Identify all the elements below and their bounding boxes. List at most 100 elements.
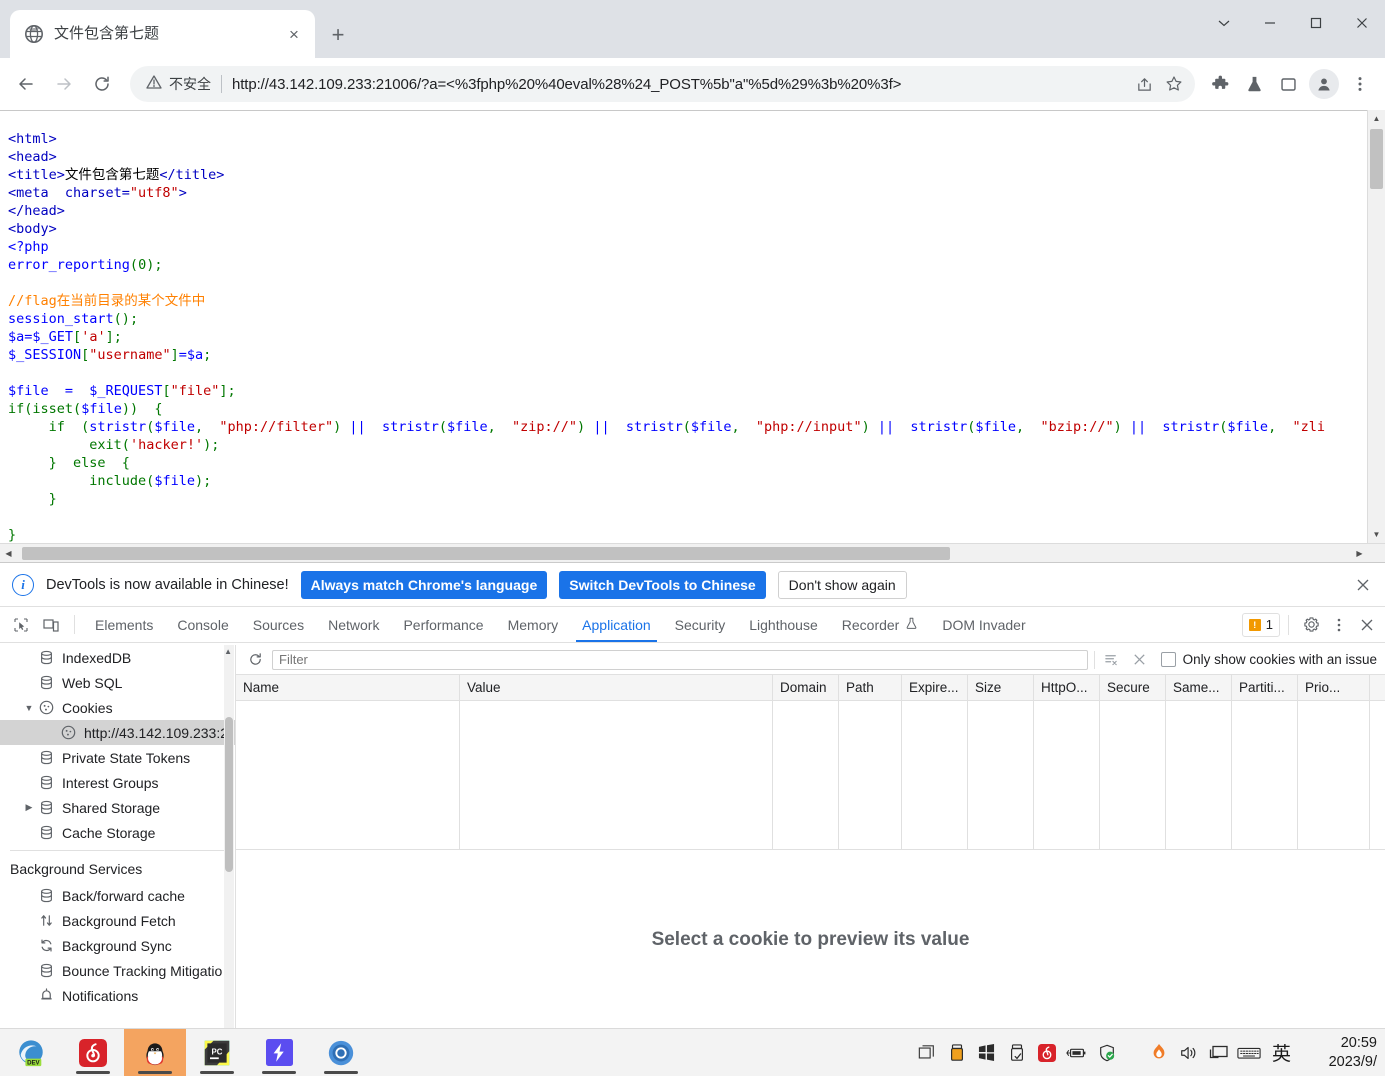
twisty-collapsed-icon[interactable]: ▶ bbox=[22, 802, 36, 813]
three-dot-menu-icon[interactable] bbox=[1325, 611, 1353, 639]
sidebar-item-4[interactable]: Private State Tokens bbox=[0, 745, 235, 770]
share-icon[interactable] bbox=[1129, 69, 1159, 99]
tab-security[interactable]: Security bbox=[663, 607, 738, 642]
browser-tab[interactable]: 文件包含第七题 × bbox=[10, 10, 315, 58]
always-match-language-button[interactable]: Always match Chrome's language bbox=[300, 570, 548, 599]
sidebar-item-5[interactable]: Interest Groups bbox=[0, 770, 235, 795]
column-header-domain[interactable]: Domain bbox=[773, 675, 839, 700]
minimize-icon[interactable] bbox=[1247, 0, 1293, 46]
sidebar-scroll-up-icon[interactable]: ▲ bbox=[224, 647, 232, 656]
devtools-close-icon[interactable] bbox=[1353, 611, 1381, 639]
new-tab-button[interactable]: + bbox=[322, 19, 354, 51]
column-header-prio[interactable]: Prio... bbox=[1298, 675, 1370, 700]
column-header-size[interactable]: Size bbox=[968, 675, 1034, 700]
column-header-httpo[interactable]: HttpO... bbox=[1034, 675, 1100, 700]
qq-icon[interactable] bbox=[124, 1029, 186, 1076]
three-dot-menu-icon[interactable] bbox=[1343, 67, 1377, 101]
tab-console[interactable]: Console bbox=[165, 607, 240, 642]
gear-icon[interactable] bbox=[1297, 611, 1325, 639]
warning-badge[interactable]: ! 1 bbox=[1241, 612, 1280, 637]
clear-all-icon[interactable] bbox=[1129, 649, 1151, 671]
issue-filter-checkbox[interactable]: Only show cookies with an issue bbox=[1157, 652, 1377, 667]
column-header-partiti[interactable]: Partiti... bbox=[1232, 675, 1298, 700]
sidebar-item-3[interactable]: http://43.142.109.233:2 bbox=[0, 720, 235, 745]
sidebar-item-0[interactable]: IndexedDB bbox=[0, 645, 235, 670]
banner-close-icon[interactable] bbox=[1349, 571, 1377, 599]
star-icon[interactable] bbox=[1159, 69, 1189, 99]
clock[interactable]: 20:59 2023/9/ bbox=[1299, 1034, 1379, 1072]
scroll-left-arrow-icon[interactable]: ◀ bbox=[0, 544, 17, 563]
scroll-up-arrow-icon[interactable]: ▲ bbox=[1368, 110, 1385, 127]
flask-icon[interactable] bbox=[1237, 67, 1271, 101]
background-service-item-2[interactable]: Background Sync bbox=[0, 933, 235, 958]
switch-to-chinese-button[interactable]: Switch DevTools to Chinese bbox=[559, 570, 766, 599]
profile-avatar-icon[interactable] bbox=[1309, 69, 1339, 99]
tab-memory[interactable]: Memory bbox=[496, 607, 571, 642]
back-button[interactable] bbox=[8, 66, 44, 102]
ime-indicator[interactable]: 英 bbox=[1264, 1039, 1299, 1066]
windows-flag-icon[interactable] bbox=[972, 1029, 1002, 1076]
scroll-right-arrow-icon[interactable]: ▶ bbox=[1351, 544, 1368, 563]
vertical-scroll-thumb[interactable] bbox=[1370, 129, 1383, 189]
horizontal-scroll-thumb[interactable] bbox=[22, 547, 950, 560]
twisty-expanded-icon[interactable]: ▼ bbox=[22, 703, 36, 713]
background-service-item-4[interactable]: Notifications bbox=[0, 983, 235, 1008]
chevron-down-icon[interactable] bbox=[1201, 0, 1247, 46]
tab-dom-invader[interactable]: DOM Invader bbox=[930, 607, 1037, 642]
side-panel-icon[interactable] bbox=[1271, 67, 1305, 101]
sidebar-item-7[interactable]: Cache Storage bbox=[0, 820, 235, 845]
volume-icon[interactable] bbox=[1174, 1029, 1204, 1076]
tab-sources[interactable]: Sources bbox=[241, 607, 316, 642]
edge-dev-icon[interactable]: DEV bbox=[0, 1029, 62, 1076]
puzzle-icon[interactable] bbox=[1203, 67, 1237, 101]
tab-close-icon[interactable]: × bbox=[281, 21, 307, 47]
column-header-same[interactable]: Same... bbox=[1166, 675, 1232, 700]
sidebar-scroll-thumb[interactable] bbox=[225, 717, 233, 872]
tab-lighthouse[interactable]: Lighthouse bbox=[737, 607, 830, 642]
refresh-icon[interactable] bbox=[244, 649, 266, 671]
background-service-item-3[interactable]: Bounce Tracking Mitigatio bbox=[0, 958, 235, 983]
sidebar-item-1[interactable]: Web SQL bbox=[0, 670, 235, 695]
column-header-value[interactable]: Value bbox=[460, 675, 773, 700]
background-service-item-0[interactable]: Back/forward cache bbox=[0, 883, 235, 908]
tab-performance[interactable]: Performance bbox=[391, 607, 495, 642]
sidebar-scrollbar[interactable]: ▲ bbox=[224, 645, 234, 1029]
scroll-down-arrow-icon[interactable]: ▼ bbox=[1368, 526, 1385, 543]
column-header-secure[interactable]: Secure bbox=[1100, 675, 1166, 700]
column-header-path[interactable]: Path bbox=[839, 675, 902, 700]
filter-input[interactable] bbox=[272, 649, 1088, 670]
tab-application[interactable]: Application bbox=[570, 607, 663, 642]
dont-show-again-button[interactable]: Don't show again bbox=[777, 570, 907, 599]
huorong-icon[interactable] bbox=[1144, 1029, 1174, 1076]
close-icon[interactable] bbox=[1339, 0, 1385, 46]
inspect-cursor-icon[interactable] bbox=[6, 607, 36, 642]
column-header-expire[interactable]: Expire... bbox=[902, 675, 968, 700]
usb-storage-icon[interactable] bbox=[942, 1029, 972, 1076]
sidebar-item-2[interactable]: ▼ Cookies bbox=[0, 695, 235, 720]
page-vertical-scrollbar[interactable]: ▲ ▼ bbox=[1367, 110, 1385, 543]
display-icon[interactable] bbox=[1204, 1029, 1234, 1076]
netease-tray-icon[interactable] bbox=[1032, 1029, 1062, 1076]
security-shield-icon[interactable] bbox=[1092, 1029, 1122, 1076]
netease-music-icon[interactable] bbox=[62, 1029, 124, 1076]
page-horizontal-scrollbar[interactable]: ◀ ▶ bbox=[0, 543, 1385, 563]
clear-filtered-icon[interactable] bbox=[1101, 649, 1123, 671]
address-bar[interactable]: 不安全 http://43.142.109.233:21006/?a=<%3fp… bbox=[130, 66, 1195, 102]
pycharm-icon[interactable]: PC bbox=[186, 1029, 248, 1076]
tab-network[interactable]: Network bbox=[316, 607, 391, 642]
tab-elements[interactable]: Elements bbox=[83, 607, 165, 642]
checkbox-box[interactable] bbox=[1160, 652, 1176, 667]
battery-icon[interactable] bbox=[1062, 1029, 1092, 1076]
chrome-canary-icon[interactable] bbox=[310, 1029, 372, 1076]
usb-eject-icon[interactable] bbox=[1002, 1029, 1032, 1076]
url-text[interactable]: http://43.142.109.233:21006/?a=<%3fphp%2… bbox=[232, 76, 1129, 93]
task-view-icon[interactable] bbox=[912, 1029, 942, 1076]
column-header-name[interactable]: Name bbox=[236, 675, 460, 700]
device-toolbar-icon[interactable] bbox=[36, 607, 66, 642]
maximize-icon[interactable] bbox=[1293, 0, 1339, 46]
reload-button[interactable] bbox=[84, 66, 120, 102]
thunder-icon[interactable] bbox=[248, 1029, 310, 1076]
sidebar-item-6[interactable]: ▶ Shared Storage bbox=[0, 795, 235, 820]
forward-button[interactable] bbox=[46, 66, 82, 102]
background-service-item-1[interactable]: Background Fetch bbox=[0, 908, 235, 933]
